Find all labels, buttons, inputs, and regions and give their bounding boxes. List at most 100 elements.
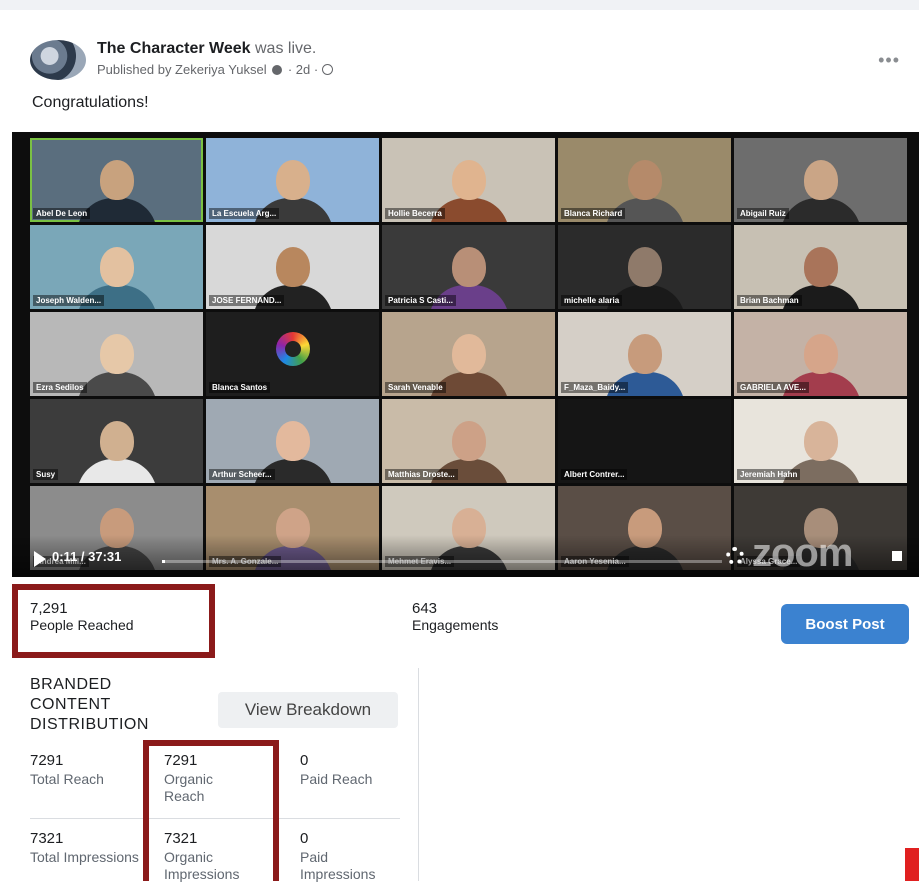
participant-name: Joseph Walden...	[33, 295, 105, 306]
participant-face	[451, 159, 486, 200]
participant-tile: Patricia S Casti...	[382, 225, 555, 309]
total-impressions-cell: 7321 Total Impressions	[30, 830, 140, 866]
paid-reach-label: Paid Reach	[300, 771, 373, 787]
participant-tile: Arthur Scheer...	[206, 399, 379, 483]
participant-name: Blanca Santos	[209, 382, 271, 393]
participant-face	[627, 246, 662, 287]
total-impressions-value: 7321	[30, 830, 64, 847]
participant-tile: Sarah Venable	[382, 312, 555, 396]
volume-icon[interactable]	[892, 551, 902, 561]
page-name-link[interactable]: The Character Week	[97, 40, 251, 57]
participant-face	[627, 333, 662, 374]
participant-face	[451, 333, 486, 374]
video-progress-bar[interactable]	[162, 560, 722, 563]
more-options-icon[interactable]: •••	[878, 50, 900, 71]
video-player[interactable]: Abel De Leon La Escuela Arg... Hollie Bece…	[12, 132, 919, 577]
participant-tile: La Escuela Arg...	[206, 138, 379, 222]
top-band	[0, 0, 919, 10]
participant-body	[780, 198, 861, 222]
page-line: The Character Week was live.	[97, 40, 316, 58]
total-reach-cell: 7291 Total Reach	[30, 752, 140, 788]
post-body-text: Congratulations!	[32, 94, 149, 111]
participant-name: F_Maza_Baidy...	[561, 382, 629, 393]
view-breakdown-button[interactable]: View Breakdown	[218, 692, 398, 728]
engagements-value: 643	[412, 600, 438, 617]
boost-post-button[interactable]: Boost Post	[781, 604, 909, 644]
participant-tile: Matthias Droste...	[382, 399, 555, 483]
participant-name: Matthias Droste...	[385, 469, 458, 480]
participant-face	[275, 246, 310, 287]
participant-name: Abigail Ruiz	[737, 208, 789, 219]
engagements-stat: 643 Engagements	[412, 600, 498, 633]
participant-face	[803, 420, 838, 461]
paid-reach-cell: 0 Paid Reach	[300, 752, 400, 788]
participant-tile: Abel De Leon	[30, 138, 203, 222]
video-time: 0:11 / 37:31	[52, 549, 122, 564]
participant-face	[803, 333, 838, 374]
participant-face	[99, 333, 134, 374]
participant-tile: Brian Bachman	[734, 225, 907, 309]
post-header: The Character Week was live. Published b…	[30, 38, 910, 88]
participant-tile: Blanca Santos	[206, 312, 379, 396]
highlight-box-organic	[143, 740, 279, 881]
participant-tile: Susy	[30, 399, 203, 483]
info-icon	[272, 65, 283, 75]
participant-name: Abel De Leon	[33, 208, 91, 219]
total-reach-value: 7291	[30, 752, 64, 769]
branded-content-title: BRANDED CONTENT DISTRIBUTION	[30, 676, 149, 733]
participant-tile: michelle alaria	[558, 225, 731, 309]
participant-logo-icon	[275, 332, 310, 366]
participant-name: Hollie Becerra	[385, 208, 445, 219]
participant-name: Albert Contrer...	[561, 469, 628, 480]
participant-tile: GABRIELA AVE...	[734, 312, 907, 396]
participant-name: La Escuela Arg...	[209, 208, 280, 219]
participant-tile: Jeremiah Hahn	[734, 399, 907, 483]
gear-icon[interactable]	[726, 547, 744, 565]
participant-name: Arthur Scheer...	[209, 469, 275, 480]
participant-face	[803, 246, 838, 287]
participant-body	[76, 372, 157, 396]
participant-face	[275, 159, 310, 200]
total-impressions-label: Total Impressions	[30, 849, 139, 865]
participant-face	[451, 420, 486, 461]
post-meta: Published by Zekeriya Yuksel · 2d ·	[97, 62, 333, 77]
globe-icon	[321, 64, 333, 75]
total-reach-label: Total Reach	[30, 771, 104, 787]
live-status-text: was live.	[255, 40, 317, 57]
participant-name: Susy	[33, 469, 59, 480]
participant-name: JOSE FERNAND...	[209, 295, 285, 306]
participant-name: Blanca Richard	[561, 208, 626, 219]
red-corner-mark	[905, 848, 919, 881]
participant-name: Sarah Venable	[385, 382, 446, 393]
zoom-watermark: zoom	[752, 531, 853, 575]
play-icon[interactable]	[34, 551, 46, 567]
participant-grid: Abel De Leon La Escuela Arg... Hollie Bece…	[30, 138, 910, 570]
participant-face	[627, 159, 662, 200]
participant-face	[99, 159, 134, 200]
participant-tile: Abigail Ruiz	[734, 138, 907, 222]
participant-tile: F_Maza_Baidy...	[558, 312, 731, 396]
paid-impressions-value: 0	[300, 830, 309, 847]
video-controls: 0:11 / 37:31 zoom	[12, 531, 919, 577]
participant-face	[275, 420, 310, 461]
engagements-label: Engagements	[412, 617, 499, 633]
participant-tile: Ezra Sedilos	[30, 312, 203, 396]
participant-tile: Hollie Becerra	[382, 138, 555, 222]
participant-tile: Blanca Richard	[558, 138, 731, 222]
page-avatar[interactable]	[30, 40, 86, 80]
participant-face	[99, 246, 134, 287]
participant-name: michelle alaria	[561, 295, 623, 306]
paid-reach-value: 0	[300, 752, 309, 769]
published-by-text[interactable]: Published by Zekeriya Yuksel	[97, 62, 267, 77]
participant-tile: Joseph Walden...	[30, 225, 203, 309]
participant-name: Patricia S Casti...	[385, 295, 456, 306]
participant-name: GABRIELA AVE...	[737, 382, 809, 393]
participant-name: Brian Bachman	[737, 295, 802, 306]
participant-face	[803, 159, 838, 200]
post-time[interactable]: 2d	[296, 62, 310, 77]
paid-impressions-cell: 0 Paid Impressions	[300, 830, 400, 883]
participant-tile: JOSE FERNAND...	[206, 225, 379, 309]
participant-face	[451, 246, 486, 287]
participant-tile: Albert Contrer...	[558, 399, 731, 483]
highlight-box-people-reached	[12, 584, 215, 658]
